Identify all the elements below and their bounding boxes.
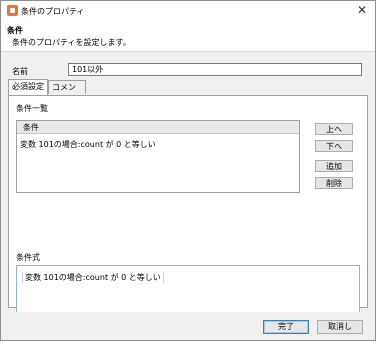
app-icon xyxy=(7,5,18,16)
tab-comment[interactable]: コメント xyxy=(48,80,86,106)
tab-required-settings[interactable]: 必須設定 xyxy=(8,79,48,95)
move-down-button[interactable]: 下へ xyxy=(315,140,353,152)
name-field[interactable] xyxy=(68,63,362,76)
finish-button[interactable]: 完了 xyxy=(263,320,309,334)
name-label: 名前 xyxy=(12,67,28,76)
dialog-header: 条件 条件のプロパティを設定します。 xyxy=(1,21,375,52)
condition-column-header[interactable]: 条件 xyxy=(17,121,299,134)
condition-list-label: 条件一覧 xyxy=(16,104,48,113)
title-bar: 条件のプロパティ ✕ xyxy=(1,1,375,21)
move-up-button[interactable]: 上へ xyxy=(315,123,353,135)
properties-dialog: 条件のプロパティ ✕ 条件 条件のプロパティを設定します。 名前 必須設定 コメ… xyxy=(0,0,376,341)
expression-token[interactable]: 変数 101の場合:count が 0 と等しい xyxy=(22,272,164,283)
window-title: 条件のプロパティ xyxy=(21,7,85,16)
expression-label: 条件式 xyxy=(16,253,40,262)
header-title: 条件 xyxy=(7,26,23,35)
dialog-content: 名前 必須設定 コメント 条件一覧 条件 変数 101の場合:count が 0… xyxy=(1,52,375,325)
delete-button[interactable]: 削除 xyxy=(315,177,353,189)
tab-panel-required: 条件一覧 条件 変数 101の場合:count が 0 と等しい 上へ 下へ 追… xyxy=(8,95,368,325)
add-button[interactable]: 追加 xyxy=(315,160,353,172)
header-description: 条件のプロパティを設定します。 xyxy=(12,38,131,47)
condition-list[interactable]: 条件 変数 101の場合:count が 0 と等しい xyxy=(16,120,300,193)
dialog-footer: 完了 取消し xyxy=(1,312,375,340)
close-icon[interactable]: ✕ xyxy=(357,3,367,17)
list-item[interactable]: 変数 101の場合:count が 0 と等しい xyxy=(20,139,156,150)
cancel-button[interactable]: 取消し xyxy=(317,320,363,334)
